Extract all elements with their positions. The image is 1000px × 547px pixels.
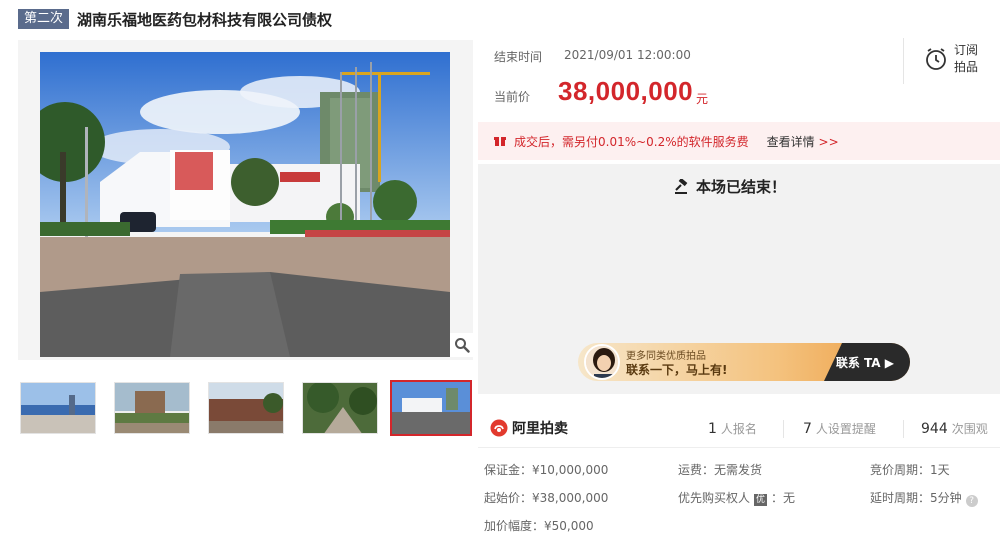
deposit-info: 保证金：¥10,000,000: [484, 463, 609, 477]
thumbnail-2[interactable]: [114, 382, 190, 434]
thumbnail-image: [209, 383, 283, 433]
thumbnail-5[interactable]: [390, 380, 472, 436]
page-title: 湖南乐福地医药包材科技有限公司债权: [77, 10, 333, 29]
delay-cycle-text: 延时周期：5分钟: [870, 491, 962, 505]
main-photo[interactable]: [18, 40, 473, 360]
shipping-info: 运费：无需发货: [678, 463, 763, 477]
reminder-stat: 7 人设置提醒: [803, 420, 876, 437]
current-price-value: 38,000,000: [558, 76, 694, 106]
thumbnail-strip: [18, 380, 478, 436]
thumbnail-image: [392, 382, 470, 434]
fee-notice-text: 成交后，需另付0.01%~0.2%的软件服务费: [514, 134, 749, 149]
price-unit: 元: [696, 92, 709, 106]
brand-name: 阿里拍卖: [512, 421, 568, 437]
views-count: 944: [921, 421, 948, 437]
current-price-label: 当前价: [494, 90, 531, 104]
views-label: 次围观: [951, 422, 988, 436]
gift-icon: [494, 137, 506, 146]
end-time-value: 2021/09/01 12:00:00: [564, 48, 691, 62]
bidding-cycle-info: 竞价周期：1天: [870, 463, 950, 477]
agent-avatar-image: [586, 346, 618, 378]
signup-stat: 1 人报名: [708, 420, 757, 437]
signup-count: 1: [708, 421, 717, 437]
increment-info: 加价幅度：¥50,000: [484, 519, 594, 533]
magnifier-icon: [455, 338, 470, 353]
play-arrow-icon: ▶: [884, 356, 894, 370]
priority-buyer-info: 优先购买权人优：无: [678, 489, 795, 506]
auction-info: 结束时间 2021/09/01 12:00:00 当前价 38,000,000 …: [478, 38, 1000, 118]
start-price-info: 起始价：¥38,000,000: [484, 491, 609, 505]
thumbnail-image: [115, 383, 189, 433]
contact-button[interactable]: 联系 TA ▶: [836, 354, 894, 371]
zoom-button[interactable]: [450, 333, 474, 357]
help-icon[interactable]: ?: [965, 495, 978, 507]
thumbnail-image: [21, 383, 95, 433]
divider: [783, 420, 784, 438]
thumbnail-3[interactable]: [208, 382, 284, 434]
ali-auction-logo: 阿里拍卖: [490, 418, 568, 438]
signup-label: 人报名: [720, 422, 757, 436]
auction-ended-text: 本场已结束！: [696, 178, 787, 196]
priority-tag: 优: [754, 494, 768, 506]
round-badge: 第二次: [18, 9, 70, 29]
thumbnail-4[interactable]: [302, 382, 378, 434]
fee-details-link-text: 查看详情: [766, 134, 815, 149]
divider: [903, 420, 904, 438]
thumbnail-1[interactable]: [20, 382, 96, 434]
fee-details-arrow: >>: [818, 134, 839, 149]
banner-headline: 联系一下，马上有!: [626, 363, 728, 377]
fee-details-link[interactable]: 查看详情 >>: [767, 133, 839, 150]
reminder-count: 7: [803, 421, 812, 437]
priority-buyer-value: ：无: [771, 491, 796, 505]
reminder-label: 人设置提醒: [815, 422, 876, 436]
subscribe-button[interactable]: 订阅拍品: [903, 38, 1000, 84]
banner-subtitle: 更多同类优质拍品: [626, 351, 706, 362]
gavel-icon: [675, 178, 688, 194]
title-row: 第二次 湖南乐福地医药包材科技有限公司债权: [18, 8, 332, 30]
contact-banner[interactable]: 更多同类优质拍品 联系一下，马上有! 联系 TA ▶: [578, 343, 910, 381]
auction-ended-message: 本场已结束！: [674, 176, 786, 197]
agent-avatar: [584, 344, 620, 380]
fee-notice: 成交后，需另付0.01%~0.2%的软件服务费 查看详情 >>: [478, 122, 1000, 160]
auction-details: 保证金：¥10,000,000 运费：无需发货 竞价周期：1天 起始价：¥38,…: [478, 455, 1000, 545]
alarm-clock-icon: [926, 48, 946, 70]
thumbnail-image: [303, 383, 377, 433]
factory-photo-image: [40, 52, 450, 357]
ali-auction-logo-icon: [490, 419, 508, 437]
end-time-label: 结束时间: [494, 50, 543, 64]
views-stat: 944 次围观: [921, 420, 988, 437]
contact-button-label: 联系 TA: [835, 356, 881, 370]
delay-cycle-info: 延时周期：5分钟?: [870, 489, 978, 507]
stats-row: 阿里拍卖 1 人报名 7 人设置提醒 944 次围观: [478, 408, 1000, 448]
priority-buyer-label: 优先购买权人: [678, 491, 751, 505]
subscribe-label: 订阅拍品: [954, 43, 979, 74]
